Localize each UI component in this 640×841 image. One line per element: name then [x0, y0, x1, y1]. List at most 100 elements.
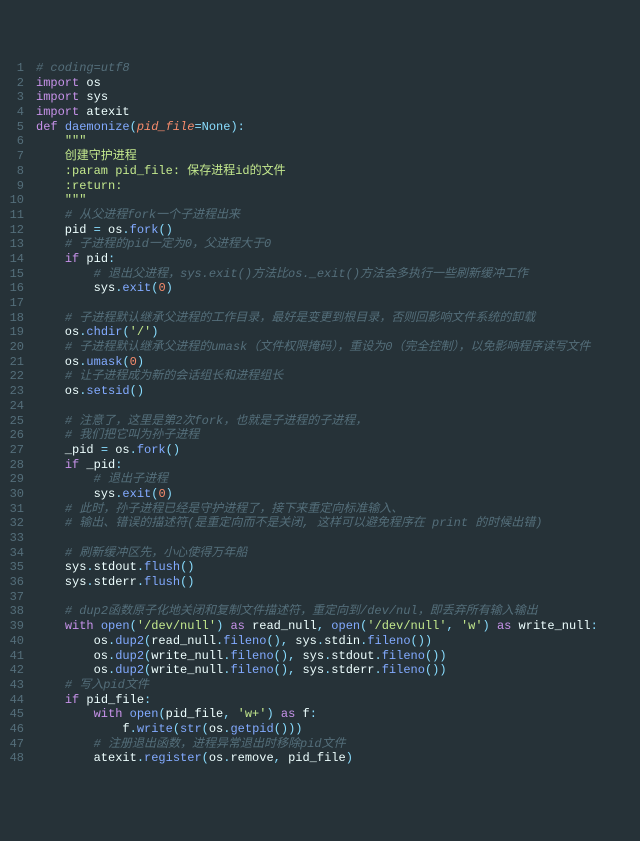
code-line[interactable]: if pid:: [36, 252, 640, 267]
code-line[interactable]: atexit.register(os.remove, pid_file): [36, 751, 640, 766]
code-line[interactable]: :param pid_file: 保存进程id的文件: [36, 164, 640, 179]
token-var: sys: [302, 649, 324, 663]
code-line[interactable]: # 让子进程成为新的会话组长和进程组长: [36, 369, 640, 384]
code-line[interactable]: # 注意了，这里是第2次fork，也就是子进程的子进程，: [36, 414, 640, 429]
code-line[interactable]: # 子进程默认继承父进程的工作目录，最好是变更到根目录，否则回影响文件系统的卸载: [36, 311, 640, 326]
token-op: .: [137, 575, 144, 589]
token-op: .: [375, 663, 382, 677]
token-var: os: [108, 223, 122, 237]
line-number: 26: [0, 428, 24, 443]
token-com: # 刷新缓冲区先，小心使得万年船: [65, 546, 247, 560]
token-fn: umask: [86, 355, 122, 369]
line-number: 21: [0, 355, 24, 370]
code-line[interactable]: # 写入pid文件: [36, 678, 640, 693]
code-line[interactable]: 创建守护进程: [36, 149, 640, 164]
line-number: 4: [0, 105, 24, 120]
token-op: .: [137, 751, 144, 765]
code-line[interactable]: # 退出父进程，sys.exit()方法比os._exit()方法会多执行一些刷…: [36, 267, 640, 282]
token-op: =: [194, 120, 201, 134]
token-op: ())): [274, 722, 303, 736]
line-number: 36: [0, 575, 24, 590]
code-line[interactable]: # 子进程的pid一定为0，父进程大于0: [36, 237, 640, 252]
code-line[interactable]: # 退出子进程: [36, 472, 640, 487]
code-line[interactable]: with open(pid_file, 'w+') as f:: [36, 707, 640, 722]
code-line[interactable]: [36, 399, 640, 414]
token-fn: open: [331, 619, 360, 633]
token-var: [36, 590, 43, 604]
token-fn: setsid: [86, 384, 129, 398]
code-line[interactable]: [36, 296, 640, 311]
code-line[interactable]: [36, 531, 640, 546]
code-line[interactable]: """: [36, 134, 640, 149]
code-line[interactable]: import atexit: [36, 105, 640, 120]
code-line[interactable]: :return:: [36, 179, 640, 194]
token-op: ()): [425, 663, 447, 677]
token-op: (): [166, 443, 180, 457]
code-line[interactable]: # coding=utf8: [36, 61, 640, 76]
token-op: (: [122, 325, 129, 339]
token-var: [36, 531, 43, 545]
code-line[interactable]: [36, 590, 640, 605]
code-area[interactable]: # coding=utf8import osimport sysimport a…: [32, 59, 640, 767]
token-op: (): [130, 384, 144, 398]
line-number: 43: [0, 678, 24, 693]
token-var: [36, 737, 94, 751]
token-op: =: [94, 223, 108, 237]
code-line[interactable]: # 子进程默认继承父进程的umask（文件权限掩码），重设为0（完全控制），以免…: [36, 340, 640, 355]
code-line[interactable]: os.dup2(write_null.fileno(), sys.stdout.…: [36, 649, 640, 664]
code-line[interactable]: os.umask(0): [36, 355, 640, 370]
token-var: os: [36, 384, 79, 398]
token-fn: exit: [122, 281, 151, 295]
token-str: '/': [130, 325, 152, 339]
token-op: ): [166, 281, 173, 295]
token-op: =: [101, 443, 115, 457]
code-line[interactable]: os.setsid(): [36, 384, 640, 399]
code-editor[interactable]: 1234567891011121314151617181920212223242…: [0, 59, 640, 767]
code-line[interactable]: sys.exit(0): [36, 487, 640, 502]
code-line[interactable]: if pid_file:: [36, 693, 640, 708]
code-line[interactable]: # 我们把它叫为孙子进程: [36, 428, 640, 443]
line-number: 9: [0, 179, 24, 194]
code-line[interactable]: sys.stderr.flush(): [36, 575, 640, 590]
token-var: [36, 340, 65, 354]
token-var: [36, 458, 65, 472]
token-op: .: [130, 722, 137, 736]
code-line[interactable]: _pid = os.fork(): [36, 443, 640, 458]
token-var: pid_file: [288, 751, 346, 765]
code-line[interactable]: if _pid:: [36, 458, 640, 473]
token-op: :: [115, 458, 122, 472]
code-line[interactable]: sys.stdout.flush(): [36, 560, 640, 575]
code-line[interactable]: os.dup2(write_null.fileno(), sys.stderr.…: [36, 663, 640, 678]
line-number: 33: [0, 531, 24, 546]
code-line[interactable]: # 输出、错误的描述符(是重定向而不是关闭, 这样可以避免程序在 print 的…: [36, 516, 640, 531]
code-line[interactable]: os.chdir('/'): [36, 325, 640, 340]
code-line[interactable]: import os: [36, 76, 640, 91]
token-param: pid_file: [137, 120, 195, 134]
line-number: 25: [0, 414, 24, 429]
code-line[interactable]: def daemonize(pid_file=None):: [36, 120, 640, 135]
token-op: .: [130, 443, 137, 457]
code-line[interactable]: # 刷新缓冲区先，小心使得万年船: [36, 546, 640, 561]
token-com: # 子进程默认继承父进程的umask（文件权限掩码），重设为0（完全控制），以免…: [65, 340, 591, 354]
code-line[interactable]: # dup2函数原子化地关闭和复制文件描述符，重定向到/dev/nul，即丢弃所…: [36, 604, 640, 619]
code-line[interactable]: # 从父进程fork一个子进程出来: [36, 208, 640, 223]
line-number: 31: [0, 502, 24, 517]
code-line[interactable]: os.dup2(read_null.fileno(), sys.stdin.fi…: [36, 634, 640, 649]
line-number: 3: [0, 90, 24, 105]
code-line[interactable]: # 此时，孙子进程已经是守护进程了，接下来重定向标准输入、: [36, 502, 640, 517]
line-number: 7: [0, 149, 24, 164]
token-var: sys: [295, 634, 317, 648]
token-fn: flush: [144, 575, 180, 589]
code-line[interactable]: f.write(str(os.getpid())): [36, 722, 640, 737]
code-line[interactable]: import sys: [36, 90, 640, 105]
code-line[interactable]: pid = os.fork(): [36, 223, 640, 238]
token-var: [36, 604, 65, 618]
code-line[interactable]: with open('/dev/null') as read_null, ope…: [36, 619, 640, 634]
line-number: 20: [0, 340, 24, 355]
token-op: ): [216, 619, 230, 633]
token-op: ()): [411, 634, 433, 648]
token-com: # 注意了，这里是第2次fork，也就是子进程的子进程，: [65, 414, 367, 428]
code-line[interactable]: sys.exit(0): [36, 281, 640, 296]
code-line[interactable]: # 注册退出函数，进程异常退出时移除pid文件: [36, 737, 640, 752]
code-line[interactable]: """: [36, 193, 640, 208]
